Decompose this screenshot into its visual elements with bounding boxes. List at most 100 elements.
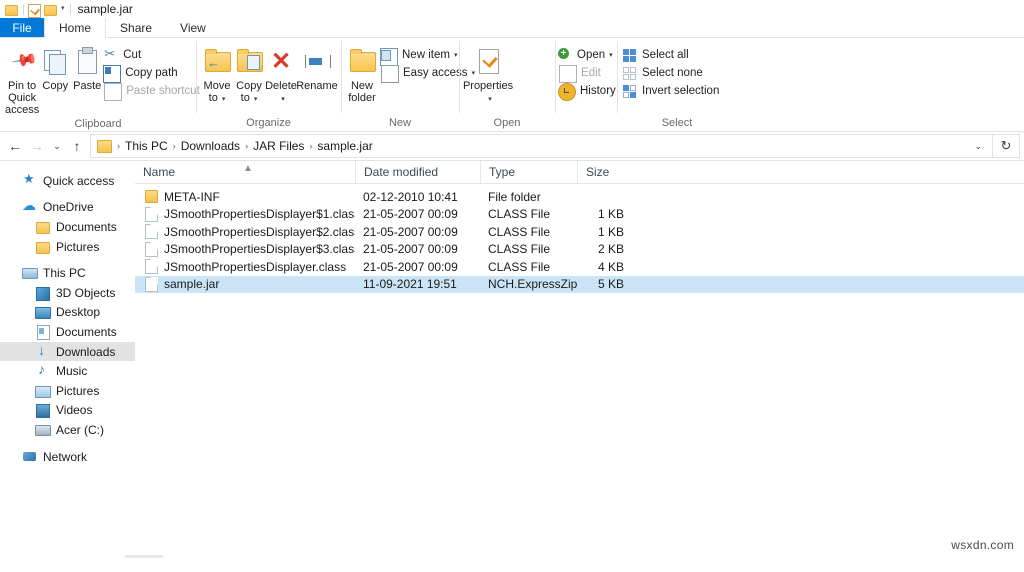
sidebar-item-label: Pictures: [56, 239, 100, 254]
select-none-label: Select none: [642, 67, 703, 79]
recent-locations-button[interactable]: ⌄: [48, 135, 66, 157]
tab-file[interactable]: File: [0, 18, 44, 37]
pin-to-quick-access-label-line1: Pin to Quick: [8, 80, 37, 104]
paste-label: Paste: [73, 80, 102, 92]
file-size: 5 KB: [597, 277, 624, 292]
sidebar-item-acer-c[interactable]: Acer (C:): [0, 420, 135, 440]
ribbon-group-label-clipboard: Clipboard: [74, 118, 122, 130]
chevron-down-icon: ▾: [453, 52, 458, 59]
select-none-button[interactable]: Select none: [622, 64, 719, 82]
select-none-icon: [622, 65, 638, 81]
copy-label: Copy: [42, 80, 69, 92]
file-icon: [145, 224, 158, 240]
sidebar-item-3d-objects[interactable]: 3D Objects: [0, 283, 135, 303]
invert-selection-button[interactable]: Invert selection: [622, 82, 719, 100]
move-to-button[interactable]: ← Move to ▾: [201, 42, 233, 106]
ribbon-group-select: Select all Select none Invert selection …: [617, 38, 737, 131]
sidebar-item-this-pc[interactable]: This PC: [0, 263, 135, 283]
qat-new-folder-icon[interactable]: [43, 2, 57, 16]
edit-button[interactable]: Edit: [557, 64, 616, 83]
file-size: 2 KB: [597, 242, 624, 257]
nav-gap: [0, 440, 135, 447]
sidebar-item-music[interactable]: Music: [0, 361, 135, 381]
table-row[interactable]: sample.jar 11-09-2021 19:51 NCH.ExpressZ…: [135, 275, 1024, 293]
sidebar-item-documents[interactable]: Documents: [0, 322, 135, 342]
ribbon: 📌 Pin to Quick access Copy Paste ✂ Cut C…: [0, 38, 1024, 132]
breadcrumb[interactable]: › This PC › Downloads › JAR Files › samp…: [90, 134, 993, 158]
pin-to-quick-access-button[interactable]: 📌 Pin to Quick access: [5, 42, 39, 116]
sidebar-item-label: Desktop: [56, 305, 101, 320]
new-folder-button[interactable]: New folder: [346, 42, 378, 104]
table-row[interactable]: JSmoothPropertiesDisplayer$2.class 21-05…: [135, 223, 1024, 241]
tab-home[interactable]: Home: [44, 18, 107, 38]
table-row[interactable]: JSmoothPropertiesDisplayer$1.class 21-05…: [135, 206, 1024, 224]
back-button[interactable]: ←: [4, 135, 26, 157]
copy-button[interactable]: Copy: [39, 42, 71, 92]
sidebar-item-videos[interactable]: Videos: [0, 401, 135, 421]
delete-button[interactable]: ✕ Delete ▾: [265, 42, 297, 106]
network-icon: [22, 449, 38, 465]
open-button[interactable]: Open ▾: [557, 46, 616, 64]
breadcrumb-item-sample-jar[interactable]: sample.jar: [314, 139, 375, 153]
sidebar-item-desktop[interactable]: Desktop: [0, 303, 135, 323]
copy-to-button[interactable]: Copy to ▾: [233, 42, 265, 106]
up-button[interactable]: ↑: [66, 135, 88, 157]
history-button[interactable]: History: [557, 82, 616, 101]
sidebar-item-onedrive[interactable]: OneDrive: [0, 197, 135, 218]
column-header-size[interactable]: Size: [577, 161, 634, 183]
qat-properties-icon[interactable]: [27, 2, 41, 18]
refresh-button[interactable]: ↻: [993, 134, 1020, 158]
sidebar-item-quick-access[interactable]: Quick access: [0, 171, 135, 191]
breadcrumb-item-downloads[interactable]: Downloads: [178, 139, 243, 153]
breadcrumb-item-this-pc[interactable]: This PC: [122, 139, 171, 153]
properties-button[interactable]: Properties ▾: [462, 42, 514, 106]
breadcrumb-separator-3: ›: [309, 141, 313, 151]
file-name: JSmoothPropertiesDisplayer.class: [164, 259, 347, 274]
table-row[interactable]: META-INF 02-12-2010 10:41 File folder: [135, 188, 1024, 206]
column-header-name[interactable]: Name ▲: [135, 161, 355, 183]
rename-button[interactable]: Rename: [296, 42, 338, 92]
forward-button[interactable]: →: [26, 135, 48, 157]
watermark: wsxdn.com: [951, 538, 1014, 552]
table-row[interactable]: JSmoothPropertiesDisplayer.class 21-05-2…: [135, 258, 1024, 276]
tab-share[interactable]: Share: [106, 18, 166, 37]
open-label: Open: [577, 49, 606, 61]
main-area: Quick access OneDrive Documents Pictures…: [0, 161, 1024, 572]
breadcrumb-item-jar-files[interactable]: JAR Files: [250, 139, 307, 153]
select-all-button[interactable]: Select all: [622, 46, 719, 64]
new-folder-icon: [346, 45, 378, 77]
music-icon: [35, 361, 51, 379]
qat-folder-icon[interactable]: [4, 2, 18, 16]
qat-separator-2: [69, 3, 71, 15]
breadcrumb-folder-icon: [97, 139, 112, 153]
new-item-icon: [380, 47, 398, 66]
column-headers: Name ▲ Date modified Type Size: [135, 161, 1024, 184]
file-date: 11-09-2021 19:51: [363, 277, 457, 292]
sidebar-item-downloads[interactable]: Downloads: [0, 342, 135, 362]
column-header-date-modified[interactable]: Date modified: [355, 161, 480, 183]
qat-customize-chevron-down-icon[interactable]: ▾: [61, 2, 65, 16]
sidebar-item-label: Network: [43, 449, 88, 464]
file-type: CLASS File: [488, 242, 551, 257]
navigation-pane: Quick access OneDrive Documents Pictures…: [0, 161, 135, 572]
videos-icon: [35, 402, 51, 419]
ribbon-group-organize: ← Move to ▾ Copy to ▾ ✕ Delete ▾ Rename …: [196, 38, 341, 131]
sidebar-item-onedrive-pictures[interactable]: Pictures: [0, 237, 135, 257]
sidebar-item-onedrive-documents[interactable]: Documents: [0, 217, 135, 237]
paste-shortcut-button[interactable]: Paste shortcut: [103, 82, 200, 101]
folder-icon: [35, 219, 51, 235]
file-date: 21-05-2007 00:09: [363, 242, 458, 257]
address-dropdown-chevron-down-icon[interactable]: ⌄: [968, 141, 988, 152]
properties-label: Properties: [462, 80, 514, 92]
tab-view[interactable]: View: [166, 18, 220, 37]
copy-path-button[interactable]: Copy path: [103, 64, 200, 83]
column-header-type[interactable]: Type: [480, 161, 577, 183]
paste-button[interactable]: Paste: [71, 42, 103, 92]
sidebar-item-pictures[interactable]: Pictures: [0, 381, 135, 401]
sidebar-item-label: 3D Objects: [56, 285, 116, 300]
file-icon: [145, 241, 158, 257]
table-row[interactable]: JSmoothPropertiesDisplayer$3.class 21-05…: [135, 241, 1024, 259]
sidebar-item-network[interactable]: Network: [0, 447, 135, 467]
ribbon-group-label-open: Open: [493, 117, 521, 129]
cut-button[interactable]: Cut: [103, 46, 200, 64]
